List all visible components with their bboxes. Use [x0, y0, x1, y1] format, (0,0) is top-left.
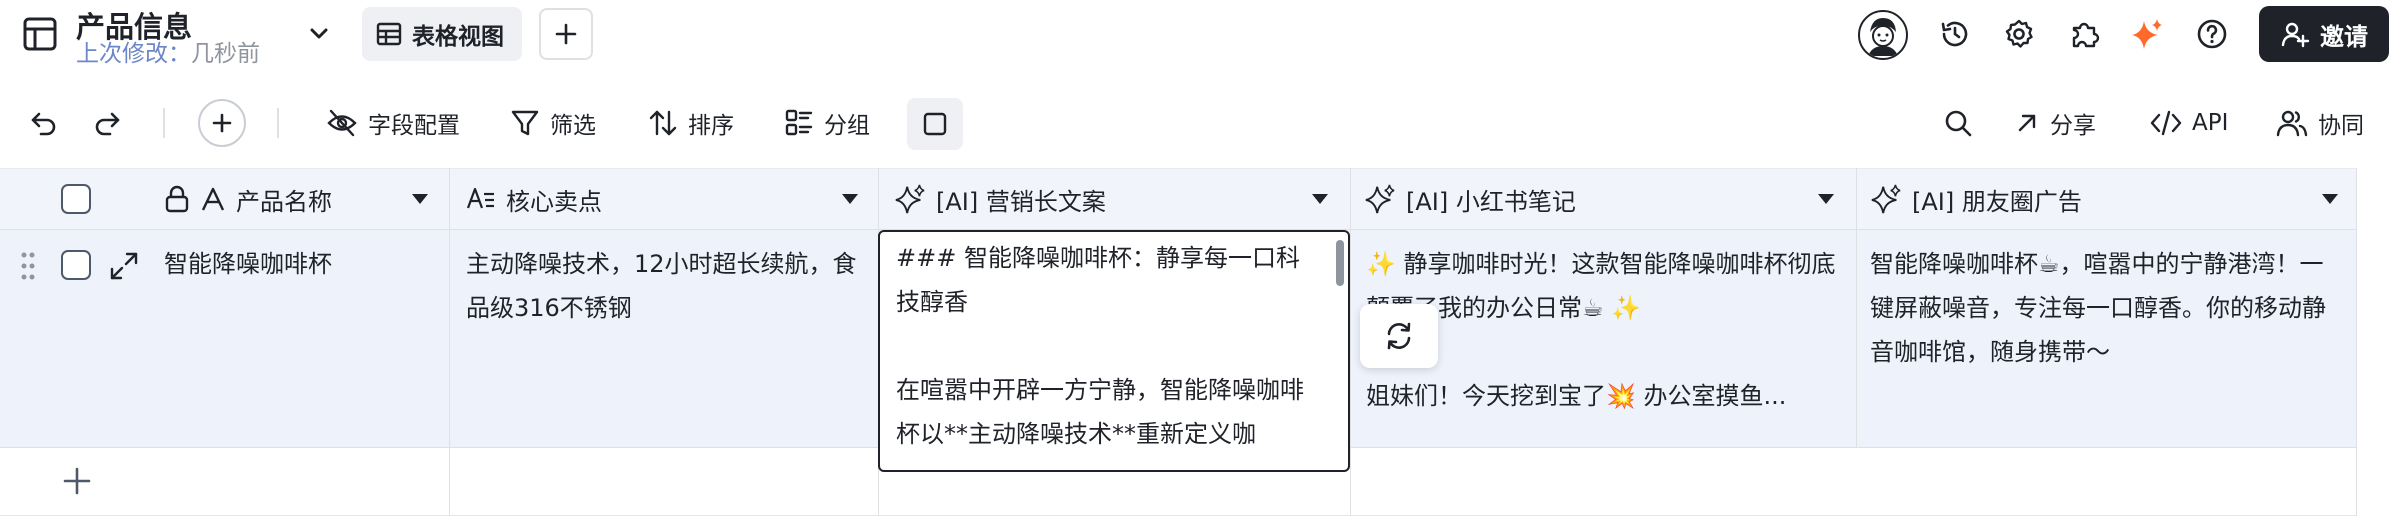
filter-button[interactable]: 筛选: [510, 100, 596, 146]
long-text-field-icon: [466, 186, 496, 212]
text-field-icon: [200, 186, 226, 212]
select-all-checkbox[interactable]: [61, 184, 91, 214]
cell-selling-points[interactable]: 主动降噪技术，12小时超长续航，食品级316不锈钢: [466, 242, 866, 330]
last-modified-label: 上次修改：: [76, 41, 191, 67]
caret-down-icon[interactable]: [1310, 190, 1330, 208]
chevron-down-icon[interactable]: [305, 20, 333, 48]
search-icon[interactable]: [1940, 105, 1976, 141]
column-label: 产品名称: [236, 187, 332, 216]
column-divider: [449, 168, 450, 516]
api-button[interactable]: API: [2150, 100, 2228, 146]
invite-button[interactable]: 邀请: [2259, 6, 2389, 62]
add-record-button[interactable]: [198, 99, 246, 147]
editor-paragraph: ### 智能降噪咖啡杯：静享每一口科技醇香: [896, 244, 1300, 316]
avatar[interactable]: [1858, 10, 1908, 60]
field-config-label: 字段配置: [368, 113, 460, 139]
help-icon[interactable]: [2194, 16, 2230, 52]
data-grid: 产品名称 核心卖点 [AI] 营销长文案 [AI] 小红书笔记 [AI] 朋友圈…: [0, 168, 2404, 516]
group-label: 分组: [824, 113, 870, 139]
eye-off-icon: [326, 108, 358, 138]
lock-icon: [164, 185, 190, 213]
grid-icon: [376, 21, 402, 47]
toolbar-divider: [163, 108, 165, 138]
refresh-icon: [1383, 320, 1415, 352]
sort-icon: [648, 108, 678, 138]
column-label: [AI] 朋友圈广告: [1912, 187, 2082, 216]
add-user-icon: [2280, 19, 2310, 49]
column-label: [AI] 营销长文案: [936, 187, 1106, 216]
caret-down-icon[interactable]: [2320, 190, 2340, 208]
row-height-button[interactable]: [907, 98, 963, 150]
row-checkbox[interactable]: [61, 250, 91, 280]
column-divider: [1350, 168, 1351, 516]
ai-sparkle-icon[interactable]: [2129, 16, 2165, 52]
tab-grid-view-label: 表格视图: [412, 24, 504, 50]
table-app-icon[interactable]: [22, 16, 58, 52]
cell-xiaohongshu-line[interactable]: ✨ 静享咖啡时光！这款智能降噪咖啡杯彻底颠覆了我的办公日常☕ ✨: [1366, 242, 1848, 330]
group-button[interactable]: 分组: [784, 100, 870, 146]
column-header-selling-points[interactable]: 核心卖点: [466, 168, 846, 230]
ai-sparkle-icon: [1870, 183, 1902, 215]
column-header-ai-moments[interactable]: [AI] 朋友圈广告: [1870, 168, 2330, 230]
column-divider: [1856, 168, 1857, 448]
puzzle-icon[interactable]: [2066, 16, 2102, 52]
last-modified: 上次修改：几秒前: [76, 34, 260, 68]
add-view-button[interactable]: [539, 8, 593, 60]
cell-product-name[interactable]: 智能降噪咖啡杯: [164, 242, 440, 286]
undo-icon[interactable]: [26, 105, 62, 141]
tab-grid-view[interactable]: 表格视图: [362, 7, 522, 61]
ai-sparkle-icon: [894, 183, 926, 215]
add-row-plus-icon[interactable]: [60, 464, 94, 498]
editor-paragraph: 在喧嚣中开辟一方宁静，智能降噪咖啡杯以**主动降噪技术**重新定义咖: [896, 376, 1304, 448]
last-modified-value: 几秒前: [191, 41, 260, 67]
ai-sparkle-icon: [1364, 183, 1396, 215]
share-button[interactable]: 分享: [2014, 100, 2096, 146]
cell-moments[interactable]: 智能降噪咖啡杯☕，喧嚣中的宁静港湾！一键屏蔽噪音，专注每一口醇香。你的移动静音咖…: [1870, 242, 2346, 374]
drag-handle-icon[interactable]: [18, 250, 38, 282]
sort-label: 排序: [688, 113, 734, 139]
column-header-ai-xiaohongshu[interactable]: [AI] 小红书笔记: [1364, 168, 1824, 230]
arrow-up-right-icon: [2014, 110, 2040, 136]
top-bar: 产品信息 上次修改：几秒前 表格视图 邀请: [0, 0, 2404, 68]
collaborate-button[interactable]: 协同: [2276, 100, 2364, 146]
column-header-ai-long-copy[interactable]: [AI] 营销长文案: [894, 168, 1314, 230]
caret-down-icon[interactable]: [1816, 190, 1836, 208]
expand-icon[interactable]: [108, 250, 140, 282]
plus-icon: [554, 22, 578, 46]
redo-icon[interactable]: [89, 105, 125, 141]
sort-button[interactable]: 排序: [648, 100, 734, 146]
group-icon: [784, 108, 814, 138]
filter-label: 筛选: [550, 113, 596, 139]
share-label: 分享: [2050, 113, 2096, 139]
toolbar-divider: [277, 108, 279, 138]
api-label: API: [2192, 110, 2229, 136]
cell-editor-long-copy[interactable]: ### 智能降噪咖啡杯：静享每一口科技醇香 在喧嚣中开辟一方宁静，智能降噪咖啡杯…: [878, 230, 1350, 472]
square-icon: [922, 111, 948, 137]
invite-label: 邀请: [2320, 22, 2368, 51]
column-label: 核心卖点: [506, 187, 602, 216]
regenerate-button[interactable]: [1360, 304, 1438, 368]
filter-icon: [510, 108, 540, 138]
caret-down-icon[interactable]: [410, 190, 430, 208]
column-header-product-name[interactable]: 产品名称: [164, 168, 444, 230]
caret-down-icon[interactable]: [840, 190, 860, 208]
column-label: [AI] 小红书笔记: [1406, 187, 1576, 216]
cell-xiaohongshu-line[interactable]: 姐妹们！今天挖到宝了💥 办公室摸鱼...: [1366, 374, 1848, 418]
gear-icon[interactable]: [2001, 16, 2037, 52]
collaborate-label: 协同: [2318, 113, 2364, 139]
field-config-button[interactable]: 字段配置: [326, 100, 460, 146]
history-icon[interactable]: [1937, 16, 1973, 52]
plus-icon: [210, 111, 234, 135]
column-divider: [2356, 168, 2357, 516]
editor-scrollbar[interactable]: [1336, 240, 1344, 286]
code-icon: [2150, 109, 2182, 137]
users-icon: [2276, 108, 2308, 138]
editor-content[interactable]: ### 智能降噪咖啡杯：静享每一口科技醇香 在喧嚣中开辟一方宁静，智能降噪咖啡杯…: [896, 236, 1316, 456]
